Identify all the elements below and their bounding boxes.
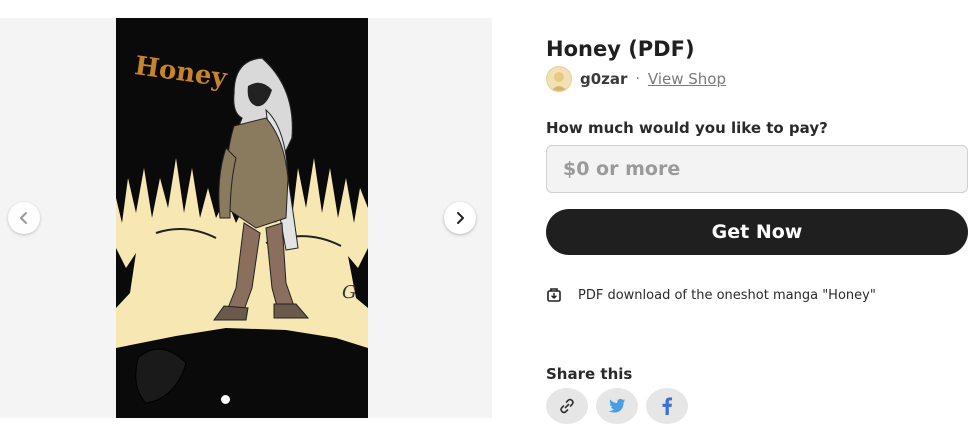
chevron-right-icon — [457, 212, 464, 224]
cover-signature: G — [342, 282, 356, 303]
twitter-icon — [608, 398, 626, 413]
facebook-icon — [662, 397, 673, 415]
share-twitter-button[interactable] — [596, 388, 638, 424]
separator: · — [635, 71, 640, 87]
creator-row: g0zar · View Shop — [546, 65, 968, 93]
get-now-button[interactable]: Get Now — [546, 209, 968, 255]
share-label: Share this — [546, 365, 633, 383]
share-buttons — [546, 388, 968, 424]
image-carousel[interactable]: Honey G — [0, 18, 492, 418]
next-image-button[interactable] — [444, 202, 476, 234]
link-icon — [560, 398, 574, 414]
copy-link-button[interactable] — [546, 388, 588, 424]
product-title: Honey (PDF) — [546, 37, 695, 61]
chevron-left-icon — [20, 212, 27, 224]
description-text: PDF download of the oneshot manga "Honey… — [578, 287, 876, 303]
cover-image: Honey G — [116, 18, 368, 418]
price-label: How much would you like to pay? — [546, 119, 828, 137]
product-description: PDF download of the oneshot manga "Honey… — [546, 287, 968, 303]
download-box-icon — [547, 288, 561, 302]
price-input[interactable] — [546, 145, 968, 193]
previous-image-button[interactable] — [8, 202, 40, 234]
creator-avatar[interactable] — [546, 66, 572, 92]
carousel-dot-active[interactable] — [221, 395, 230, 404]
view-shop-link[interactable]: View Shop — [648, 70, 726, 88]
creator-name[interactable]: g0zar — [580, 70, 627, 88]
product-details: Honey (PDF) g0zar · View Shop How much w… — [546, 34, 968, 424]
share-facebook-button[interactable] — [646, 388, 688, 424]
